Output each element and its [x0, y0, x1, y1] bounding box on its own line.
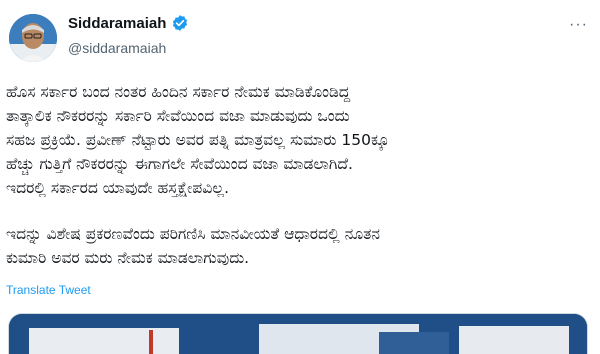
tweet-paragraph-1: ಹೊಸ ಸರ್ಕಾರ ಬಂದ ನಂತರ ಹಿಂದಿನ ಸರ್ಕಾರ ನೇಮಕ ಮ… — [6, 83, 390, 197]
tweet-text: ಹೊಸ ಸರ್ಕಾರ ಬಂದ ನಂತರ ಹಿಂದಿನ ಸರ್ಕಾರ ನೇಮಕ ಮ… — [6, 80, 594, 292]
author-name-row: Siddaramaiah — [68, 14, 189, 32]
tweet-media[interactable] — [8, 313, 588, 354]
media-image — [9, 314, 587, 354]
tweet-paragraph-2: ಇದನ್ನು ವಿಶೇಷ ಪ್ರಕರಣವೆಂದು ಪರಿಗಣಿಸಿ ಮಾನವೀಯ… — [6, 225, 380, 267]
verified-badge-icon — [171, 14, 189, 32]
translate-tweet-link[interactable]: Translate Tweet — [6, 283, 91, 297]
avatar-image — [9, 14, 57, 62]
avatar[interactable] — [9, 14, 57, 62]
more-horizontal-icon[interactable]: ··· — [569, 16, 588, 34]
author-handle[interactable]: @siddaramaiah — [68, 40, 166, 56]
author-name[interactable]: Siddaramaiah — [68, 15, 166, 32]
